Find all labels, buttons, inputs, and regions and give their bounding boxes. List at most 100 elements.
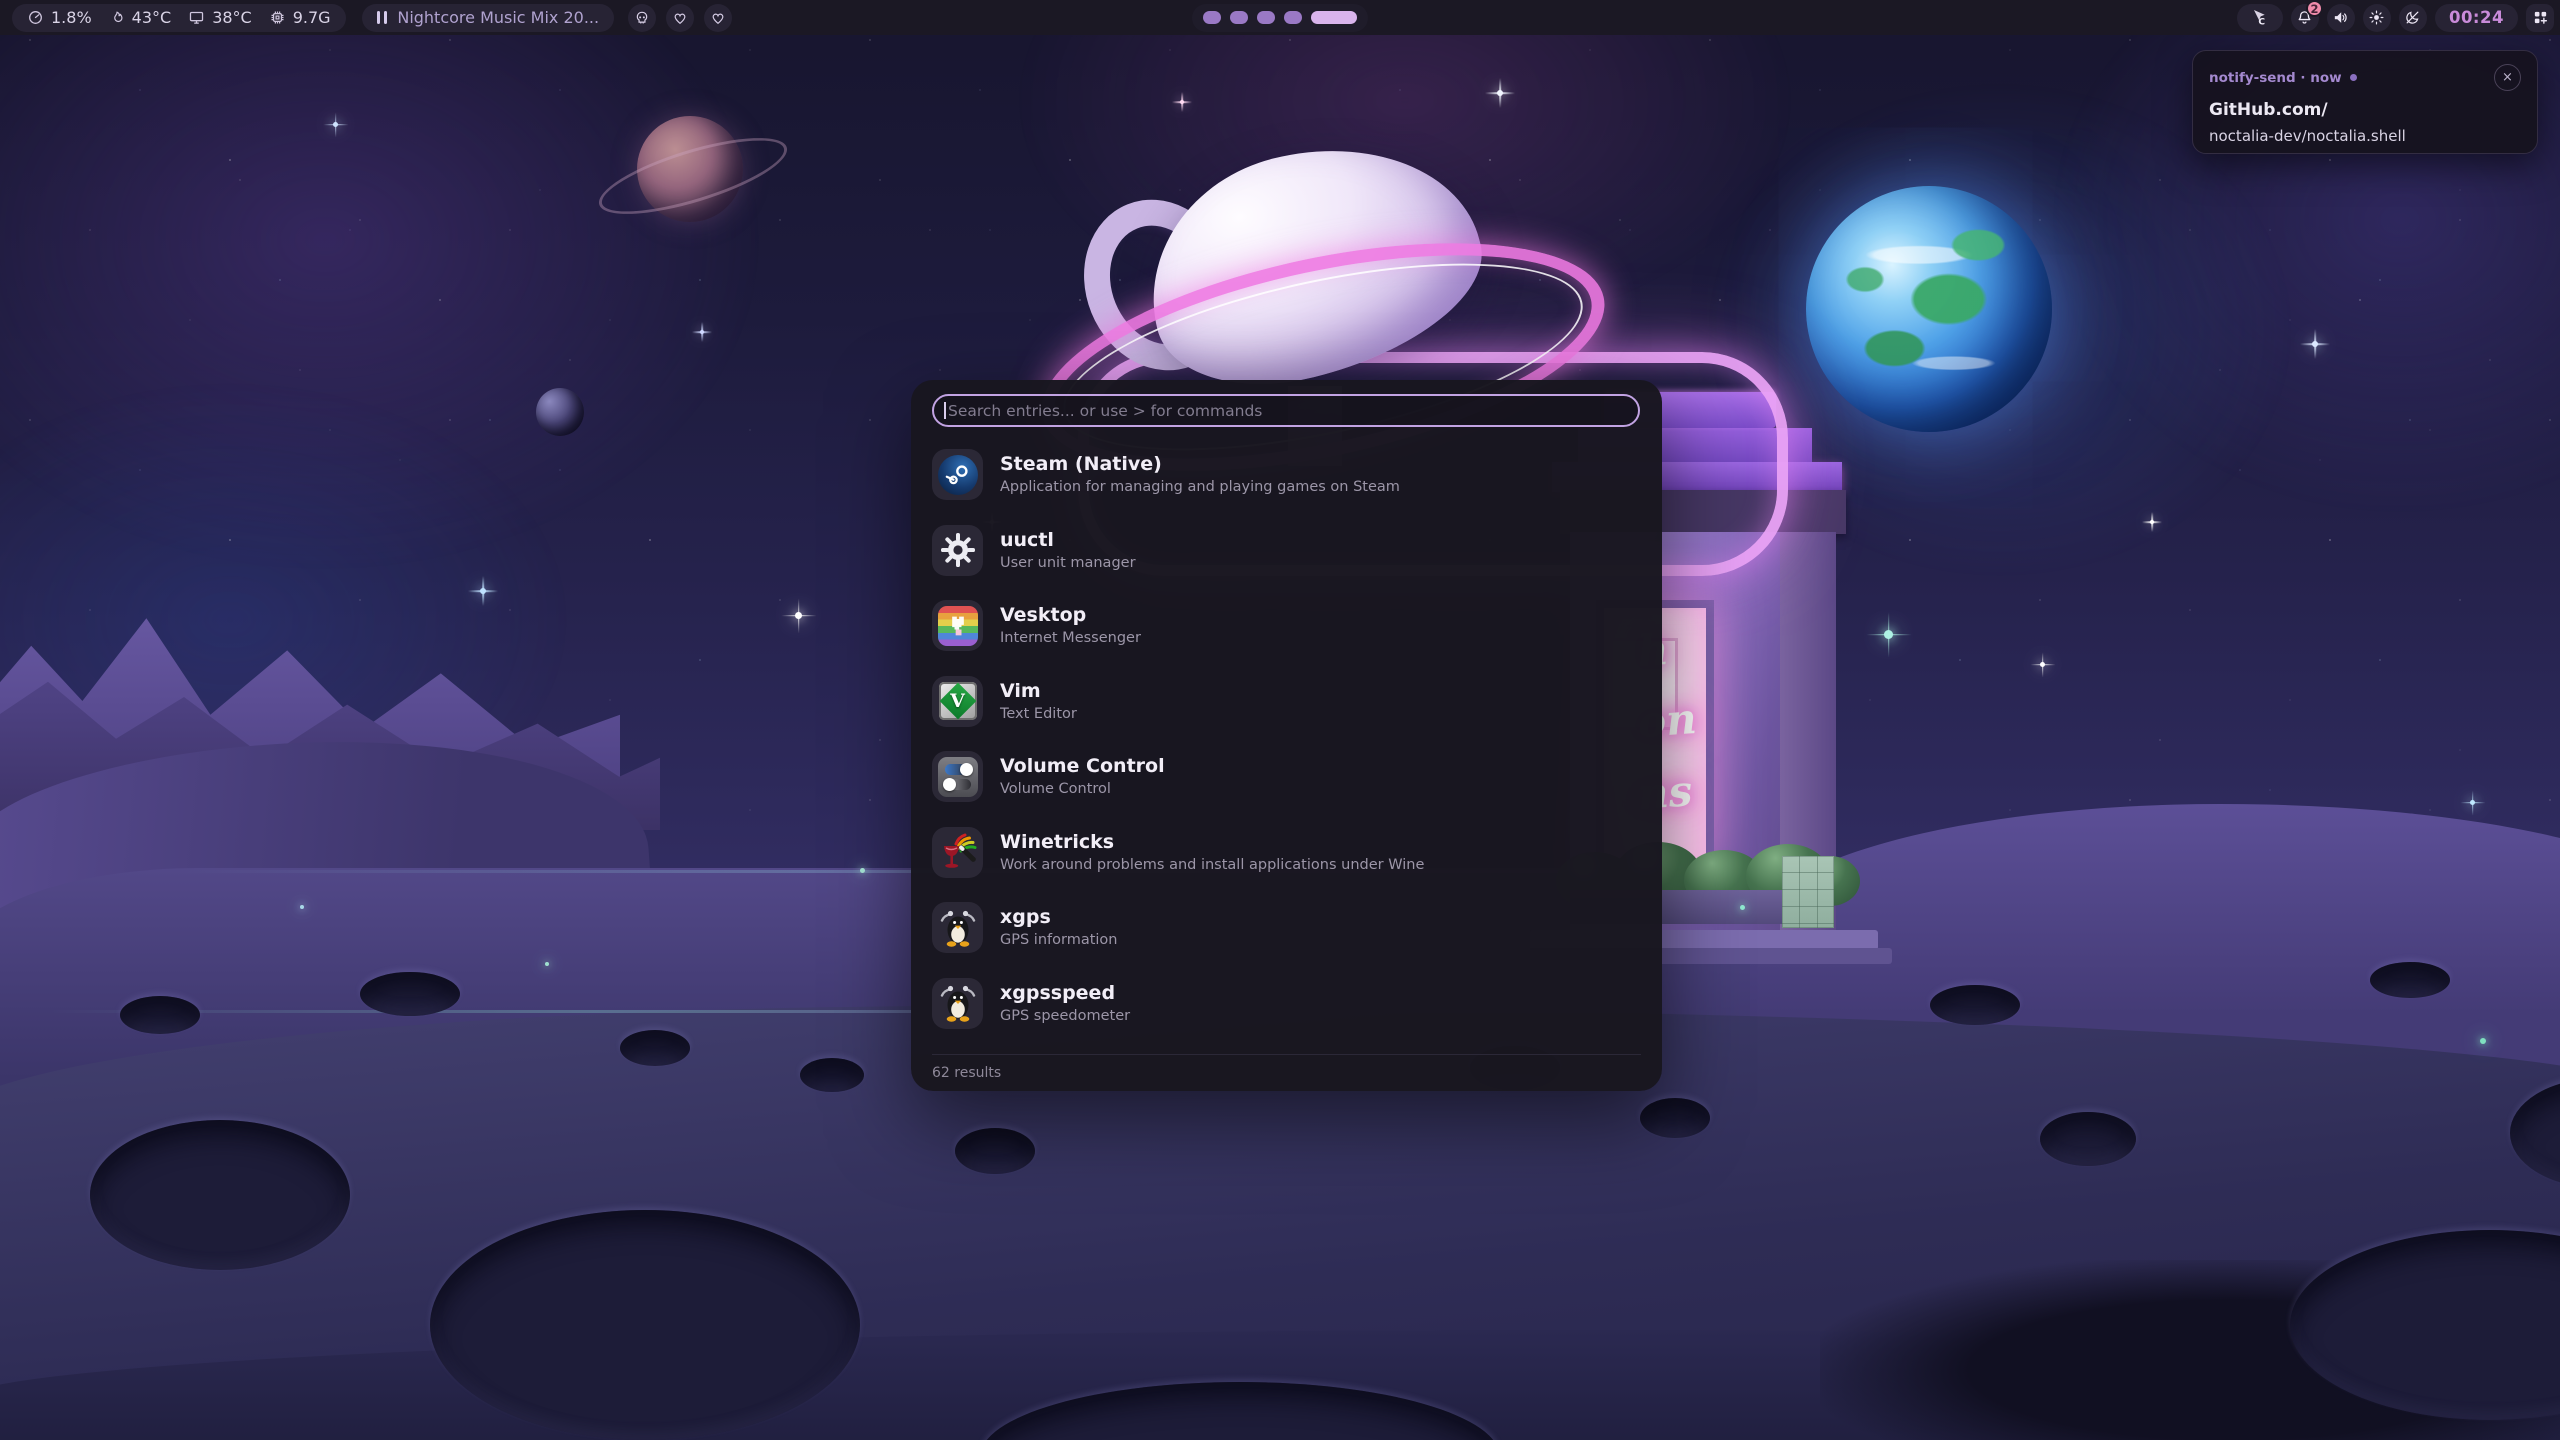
heart-icon: [672, 10, 688, 26]
bright-star: [480, 588, 486, 594]
launcher-result-row[interactable]: V Vim Text Editor: [932, 664, 1641, 740]
volume-button[interactable]: [2327, 4, 2355, 32]
top-bar: 1.8% 43°C 38°C 9.7G Nightcore Music Mix …: [0, 0, 2560, 35]
app-description: GPS speedometer: [1000, 1008, 1130, 1024]
tux-icon: [932, 978, 983, 1029]
moon-crater: [1930, 985, 2020, 1025]
workspace-dot[interactable]: [1284, 11, 1302, 24]
launcher-result-row[interactable]: Vesktop Internet Messenger: [932, 588, 1641, 664]
workspace-dot[interactable]: [1257, 11, 1275, 24]
desktop: h on ns: [0, 0, 2560, 1440]
search-input[interactable]: [946, 402, 1638, 420]
skull-icon: [634, 10, 650, 26]
app-description: Volume Control: [1000, 781, 1165, 797]
notification-title: GitHub.com/: [2209, 100, 2521, 120]
clock[interactable]: 00:24: [2435, 4, 2518, 32]
moon-crater: [955, 1128, 1035, 1174]
search-box: [932, 394, 1640, 427]
moon-crater: [2040, 1112, 2136, 1166]
launcher-result-row[interactable]: Steam (Native) Application for managing …: [932, 437, 1641, 513]
terrain-glint: [860, 868, 865, 873]
app-description: GPS information: [1000, 932, 1117, 948]
launcher-result-row[interactable]: xgps GPS information: [932, 890, 1641, 966]
media-title: Nightcore Music Mix 20...: [397, 8, 599, 27]
gear-icon: [932, 525, 983, 576]
app-description: Application for managing and playing gam…: [1000, 479, 1400, 495]
app-name: Volume Control: [1000, 756, 1165, 778]
workspace-indicator: [1192, 4, 1368, 32]
speaker-icon: [2332, 9, 2349, 26]
terrain-glint: [2480, 1038, 2486, 1044]
app-name: Steam (Native): [1000, 454, 1400, 476]
tux-icon: [932, 902, 983, 953]
favorite-button[interactable]: [666, 4, 694, 32]
terrain-glint: [300, 905, 304, 909]
app-name: Vesktop: [1000, 605, 1141, 627]
app-description: Text Editor: [1000, 706, 1077, 722]
flame-icon: [109, 10, 125, 26]
bright-star: [795, 612, 802, 619]
tray-app-icon: C: [2250, 8, 2269, 27]
like-button[interactable]: [704, 4, 732, 32]
launcher-result-row[interactable]: xgpsspeed GPS speedometer: [932, 966, 1641, 1042]
media-player-pill[interactable]: Nightcore Music Mix 20...: [362, 4, 615, 32]
pause-icon: [377, 11, 388, 24]
ringed-planet: [637, 116, 743, 222]
app-description: Internet Messenger: [1000, 630, 1141, 646]
night-light-button[interactable]: [2399, 4, 2427, 32]
app-description: Work around problems and install applica…: [1000, 857, 1424, 873]
notification-count-badge: 2: [2306, 0, 2323, 17]
moon-crater: [1640, 1098, 1710, 1138]
notification-body: noctalia-dev/noctalia.shell: [2209, 127, 2521, 145]
chip-icon: [269, 9, 286, 26]
steam-icon: [932, 449, 983, 500]
notification-card[interactable]: notify-send · now × GitHub.com/ noctalia…: [2192, 50, 2538, 154]
unread-dot: [2350, 74, 2357, 81]
bright-star: [2040, 662, 2045, 667]
footer-divider: [932, 1054, 1641, 1055]
moon-crater: [620, 1030, 690, 1066]
sun-icon: [2368, 9, 2385, 26]
system-tray[interactable]: C: [2237, 4, 2283, 32]
svg-text:C: C: [2259, 18, 2266, 27]
moon-crater: [800, 1058, 864, 1092]
app-description: User unit manager: [1000, 555, 1136, 571]
moon-slash-icon: [2404, 9, 2421, 26]
brightness-button[interactable]: [2363, 4, 2391, 32]
vim-icon: V: [932, 676, 983, 727]
gauge-icon: [27, 9, 44, 26]
app-name: xgpsspeed: [1000, 983, 1130, 1005]
bright-star: [2312, 341, 2318, 347]
small-planet: [536, 388, 584, 436]
launcher-result-row[interactable]: uuctl User unit manager: [932, 513, 1641, 589]
results-count: 62 results: [932, 1065, 1001, 1081]
system-stats-pill[interactable]: 1.8% 43°C 38°C 9.7G: [12, 4, 346, 32]
moon-crater: [430, 1210, 860, 1440]
bright-star: [1884, 630, 1893, 639]
bright-star: [333, 122, 338, 127]
workspace-active[interactable]: [1311, 11, 1357, 24]
launcher-result-row[interactable]: Winetricks Work around problems and inst…: [932, 815, 1641, 891]
volume-icon: [932, 751, 983, 802]
cpu-temp: 43°C: [109, 8, 172, 27]
notification-close-button[interactable]: ×: [2494, 64, 2521, 91]
gpu-temp: 38°C: [188, 8, 252, 27]
app-launcher: Steam (Native) Application for managing …: [911, 380, 1662, 1091]
skull-toggle-button[interactable]: [628, 4, 656, 32]
app-grid-button[interactable]: [2526, 4, 2554, 32]
app-name: uuctl: [1000, 530, 1136, 552]
workspace-dot[interactable]: [1203, 11, 1221, 24]
moon-crater: [360, 972, 460, 1016]
grid-plus-icon: [2532, 9, 2549, 26]
winetricks-icon: [932, 827, 983, 878]
workspace-dot[interactable]: [1230, 11, 1248, 24]
moon-crater: [2370, 962, 2450, 998]
vesktop-icon: [932, 600, 983, 651]
notification-app-line: notify-send · now: [2209, 70, 2342, 86]
launcher-result-row[interactable]: Volume Control Volume Control: [932, 739, 1641, 815]
heart-icon: [710, 10, 726, 26]
launcher-results: Steam (Native) Application for managing …: [932, 437, 1641, 1041]
app-name: Vim: [1000, 681, 1077, 703]
moon-crater: [120, 996, 200, 1034]
cpu-usage: 1.8%: [27, 8, 92, 27]
